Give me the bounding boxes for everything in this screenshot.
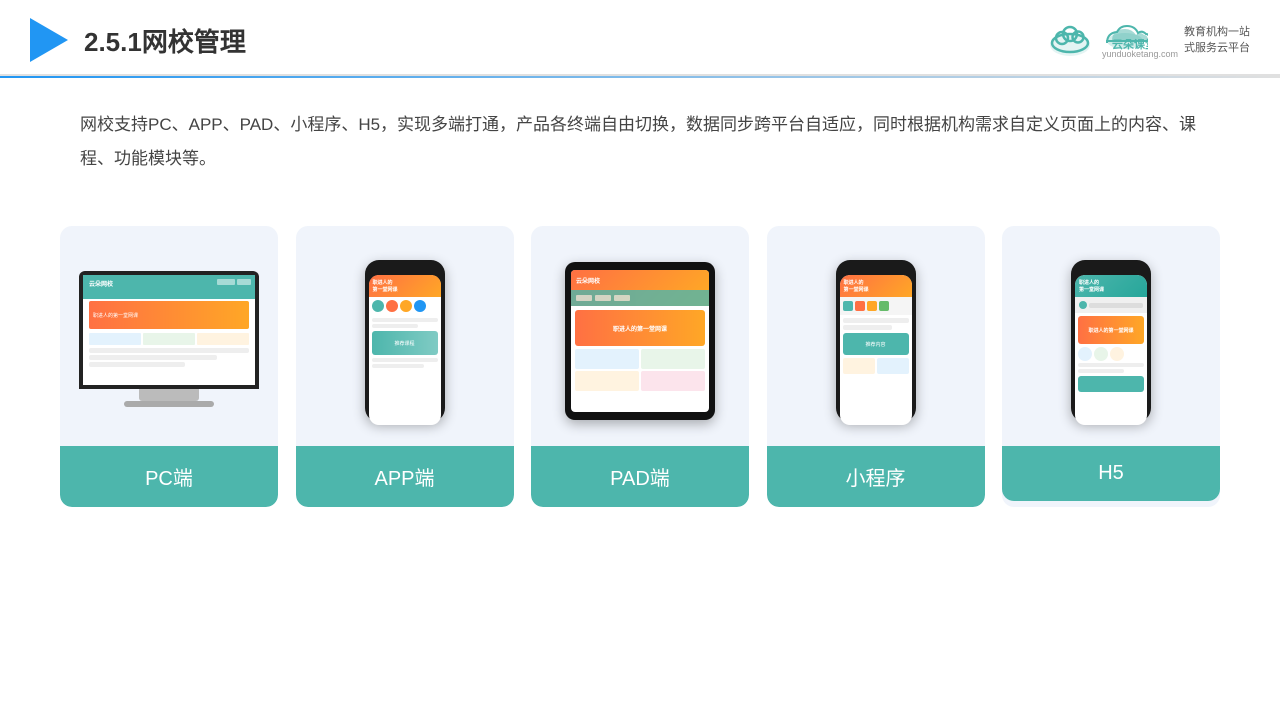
card-label-pad: PAD端: [531, 446, 749, 507]
logo-text: 云朵课堂 yunduoketang.com: [1102, 21, 1178, 59]
card-pad: 云朵网校 职进人的第一堂网课: [531, 226, 749, 507]
play-icon: [30, 18, 68, 62]
card-label-pc: PC端: [60, 446, 278, 507]
card-app: 职进人的第一堂网课 推荐课程: [296, 226, 514, 507]
card-pc: 云朵网校 职进人的第一堂网课: [60, 226, 278, 507]
page-title: 2.5.1网校管理: [84, 22, 246, 59]
cards-container: 云朵网校 职进人的第一堂网课: [0, 206, 1280, 527]
h5-phone-mockup: 职进人的第一堂网课 职进人的第一堂网课: [1071, 260, 1151, 422]
app-phone-mockup: 职进人的第一堂网课 推荐课程: [365, 260, 445, 422]
logo-slogan: 教育机构一站 式服务云平台: [1184, 24, 1250, 57]
header: 2.5.1网校管理 云朵课堂 yunduoketang.com: [0, 0, 1280, 76]
miniprogram-phone-mockup: 职进人的第一堂网课 推荐内容: [836, 260, 916, 422]
logo-cloud-svg: 云朵课堂: [1102, 21, 1148, 51]
logo-url: yunduoketang.com: [1102, 49, 1178, 59]
card-label-h5: H5: [1002, 446, 1220, 501]
h5-image-area: 职进人的第一堂网课 职进人的第一堂网课: [1002, 226, 1220, 446]
card-label-app: APP端: [296, 446, 514, 507]
logo-area: 云朵课堂 yunduoketang.com 教育机构一站 式服务云平台: [1044, 21, 1250, 59]
pad-device-mockup: 云朵网校 职进人的第一堂网课: [565, 262, 715, 420]
app-image-area: 职进人的第一堂网课 推荐课程: [296, 226, 514, 446]
pc-image-area: 云朵网校 职进人的第一堂网课: [60, 226, 278, 446]
card-label-miniprogram: 小程序: [767, 446, 985, 507]
pc-mockup: 云朵网校 职进人的第一堂网课: [79, 271, 259, 411]
description-text: 网校支持PC、APP、PAD、小程序、H5，实现多端打通，产品各终端自由切换，数…: [0, 78, 1280, 196]
card-miniprogram: 职进人的第一堂网课 推荐内容: [767, 226, 985, 507]
header-left: 2.5.1网校管理: [30, 18, 246, 62]
miniprogram-image-area: 职进人的第一堂网课 推荐内容: [767, 226, 985, 446]
card-h5: 职进人的第一堂网课 职进人的第一堂网课: [1002, 226, 1220, 507]
pad-image-area: 云朵网校 职进人的第一堂网课: [531, 226, 749, 446]
cloud-icon: [1044, 21, 1096, 59]
